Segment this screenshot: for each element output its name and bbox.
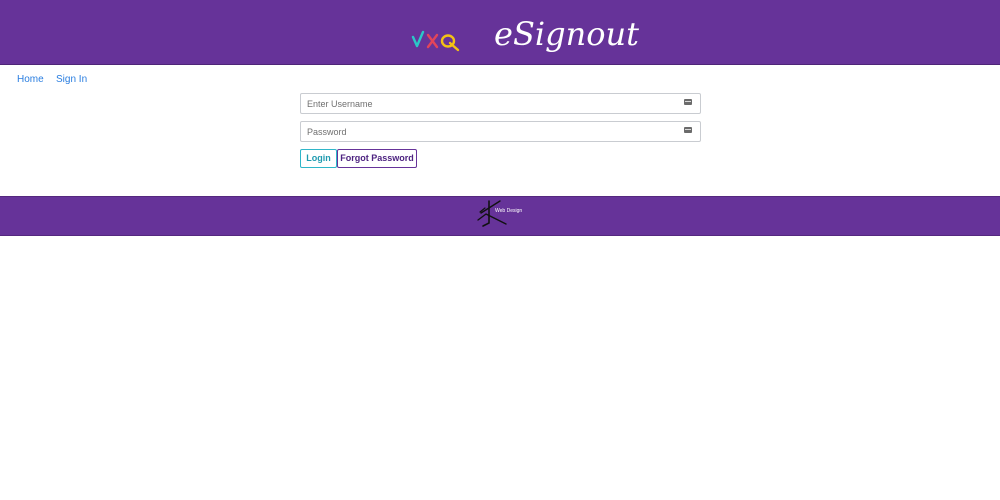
check-x-q-icon — [411, 30, 460, 52]
login-button[interactable]: Login — [300, 149, 337, 168]
password-input[interactable] — [307, 122, 677, 141]
footer-credit-text: Web Design — [495, 208, 523, 214]
password-field-wrapper — [300, 121, 701, 142]
brand-logo[interactable]: eSignout — [410, 6, 639, 58]
nav-home-link[interactable]: Home — [17, 74, 44, 86]
top-nav: Home Sign In — [0, 65, 1000, 93]
brand-name: eSignout — [494, 15, 639, 53]
nav-sign-in-link[interactable]: Sign In — [56, 74, 87, 86]
username-input[interactable] — [307, 94, 677, 113]
jk-logo-icon — [477, 200, 507, 227]
username-field-wrapper — [300, 93, 701, 114]
keyboard-icon[interactable] — [684, 99, 692, 105]
keyboard-icon[interactable] — [684, 127, 692, 133]
site-footer: Web Design — [0, 196, 1000, 236]
site-header: eSignout — [0, 0, 1000, 65]
forgot-password-button[interactable]: Forgot Password — [337, 149, 417, 168]
